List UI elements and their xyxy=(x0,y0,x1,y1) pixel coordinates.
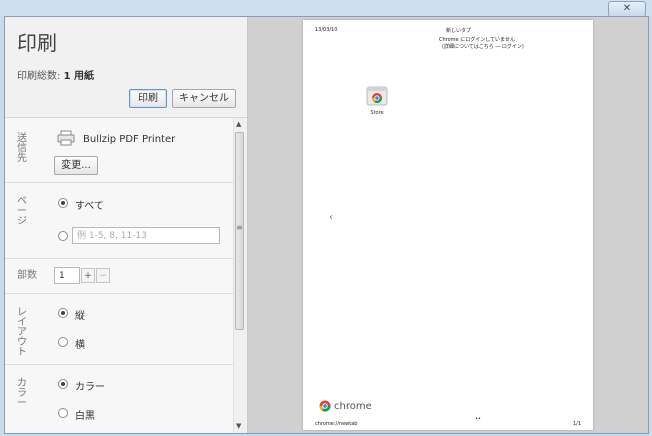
destination-section: 送信先 Bullzip PDF Printer 変更... xyxy=(5,118,233,183)
dialog-title: 印刷 xyxy=(17,31,57,55)
summary-label: 印刷総数: xyxy=(17,71,64,82)
chrome-brand-text: chrome xyxy=(334,401,372,412)
window-titlebar: ✕ xyxy=(0,0,652,17)
pages-section: ページ すべて 例 1-5, 8, 11-13 xyxy=(5,183,233,259)
print-dialog-window: ✕ 印刷 印刷総数: 1 用紙 印刷 キャンセル 送信先 Bullzip PDF… xyxy=(0,0,652,436)
pages-all-radio[interactable] xyxy=(58,198,68,208)
layout-label: レイアウト xyxy=(17,307,27,358)
preview-signin-line1: Chrome にログインしていません xyxy=(439,37,515,43)
layout-portrait-radio[interactable] xyxy=(58,308,68,318)
window-close-button[interactable]: ✕ xyxy=(608,1,646,17)
printer-name: Bullzip PDF Printer xyxy=(83,134,176,145)
cancel-button[interactable]: キャンセル xyxy=(172,89,236,108)
printer-icon xyxy=(57,130,75,146)
chrome-logo-icon xyxy=(319,400,331,412)
preview-page: 13/03/10 新しいタブ Chrome にログインしていません (詳細につい… xyxy=(303,20,593,430)
print-summary: 印刷総数: 1 用紙 xyxy=(17,67,94,82)
store-label: Store xyxy=(370,110,384,116)
color-color-radio[interactable] xyxy=(58,379,68,389)
layout-landscape-label: 横 xyxy=(75,340,85,351)
destination-label: 送信先 xyxy=(17,133,27,164)
preview-small-mark: •• xyxy=(475,416,481,422)
copies-label: 部数 xyxy=(17,270,37,281)
preview-signin-line2: (詳細についてはこちら ― ログイン) xyxy=(442,44,524,50)
store-icon xyxy=(366,86,388,106)
copies-increment-button[interactable]: + xyxy=(81,268,95,283)
scrollbar-grip-icon: ≡ xyxy=(236,223,243,232)
pages-label: ページ xyxy=(17,196,27,227)
pages-range-radio[interactable] xyxy=(58,231,68,241)
preview-page-title: 新しいタブ xyxy=(446,28,472,34)
copies-decrement-button[interactable]: − xyxy=(96,268,110,283)
change-destination-button[interactable]: 変更... xyxy=(54,156,98,175)
preview-left-arrow-icon: ‹ xyxy=(329,212,333,223)
settings-panel: 印刷 印刷総数: 1 用紙 印刷 キャンセル 送信先 Bullzip PDF P… xyxy=(5,17,248,433)
color-label: カラー xyxy=(17,378,27,409)
preview-area: 13/03/10 新しいタブ Chrome にログインしていません (詳細につい… xyxy=(248,17,648,433)
color-bw-label: 白黒 xyxy=(75,411,95,422)
preview-date: 13/03/10 xyxy=(315,27,338,33)
color-bw-radio[interactable] xyxy=(58,408,68,418)
color-section: カラー カラー 白黒 xyxy=(5,365,233,433)
settings-scrollbar[interactable]: ▲ ≡ ▼ xyxy=(233,118,246,433)
scroll-down-icon[interactable]: ▼ xyxy=(236,422,241,430)
pages-all-label: すべて xyxy=(75,201,104,212)
copies-input[interactable]: 1 xyxy=(54,267,80,284)
layout-section: レイアウト 縦 横 xyxy=(5,294,233,365)
color-color-label: カラー xyxy=(75,382,105,393)
pages-range-input[interactable]: 例 1-5, 8, 11-13 xyxy=(72,227,220,244)
settings-list: 送信先 Bullzip PDF Printer 変更... ページ すべて 例 xyxy=(5,118,233,433)
dialog-client-area: 印刷 印刷総数: 1 用紙 印刷 キャンセル 送信先 Bullzip PDF P… xyxy=(4,16,649,434)
dialog-header: 印刷 印刷総数: 1 用紙 印刷 キャンセル xyxy=(5,17,247,118)
preview-footer-url: chrome://newtab xyxy=(315,421,358,427)
layout-landscape-radio[interactable] xyxy=(58,337,68,347)
preview-page-number: 1/1 xyxy=(573,421,582,427)
copies-section: 部数 1 + − xyxy=(5,259,233,294)
summary-value: 1 用紙 xyxy=(63,71,95,82)
scroll-up-icon[interactable]: ▲ xyxy=(236,120,241,128)
print-button[interactable]: 印刷 xyxy=(129,89,167,108)
layout-portrait-label: 縦 xyxy=(75,311,85,322)
close-icon: ✕ xyxy=(622,3,632,14)
